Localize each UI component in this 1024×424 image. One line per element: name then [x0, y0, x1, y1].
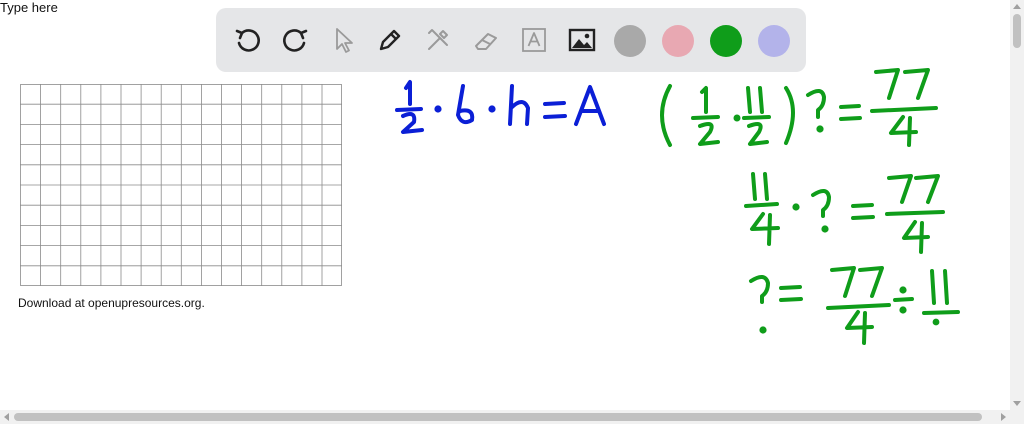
handwritten-work-line-2	[744, 172, 945, 254]
pen-icon	[379, 29, 401, 51]
tools-icon	[428, 29, 448, 50]
redo-icon	[283, 29, 308, 52]
scroll-up-arrow-icon[interactable]	[1013, 4, 1021, 9]
select-pointer-icon	[336, 28, 353, 53]
text-button[interactable]	[516, 22, 552, 58]
pen-button[interactable]	[372, 22, 408, 58]
image-button[interactable]	[564, 22, 600, 58]
handwritten-work-line-3	[749, 266, 960, 345]
vertical-scroll-thumb[interactable]	[1013, 14, 1021, 48]
horizontal-scroll-thumb[interactable]	[14, 413, 982, 421]
color-swatch-pink[interactable]	[662, 25, 694, 57]
tools-button[interactable]	[420, 22, 456, 58]
color-swatch-lavender[interactable]	[758, 25, 790, 57]
text-box-icon	[522, 28, 546, 52]
undo-button[interactable]	[230, 22, 266, 58]
type-here-text[interactable]: Type here	[0, 0, 58, 15]
scroll-down-arrow-icon[interactable]	[1013, 401, 1021, 406]
redo-button[interactable]	[277, 22, 313, 58]
select-button[interactable]	[325, 22, 361, 58]
horizontal-scrollbar[interactable]	[0, 410, 1024, 424]
handwritten-work-line-1	[660, 68, 938, 147]
drawing-toolbar	[216, 8, 806, 72]
handwritten-area-formula	[395, 80, 606, 134]
color-swatch-gray[interactable]	[614, 25, 646, 57]
graph-paper-grid	[20, 84, 344, 293]
eraser-button[interactable]	[468, 22, 504, 58]
grid-caption: Download at openupresources.org.	[18, 296, 205, 310]
vertical-scrollbar[interactable]	[1010, 0, 1024, 410]
color-swatch-green[interactable]	[710, 25, 742, 57]
image-icon	[568, 28, 596, 52]
scroll-right-arrow-icon[interactable]	[1001, 413, 1006, 421]
eraser-icon	[475, 33, 497, 50]
undo-icon	[235, 29, 260, 52]
scroll-left-arrow-icon[interactable]	[4, 413, 9, 421]
